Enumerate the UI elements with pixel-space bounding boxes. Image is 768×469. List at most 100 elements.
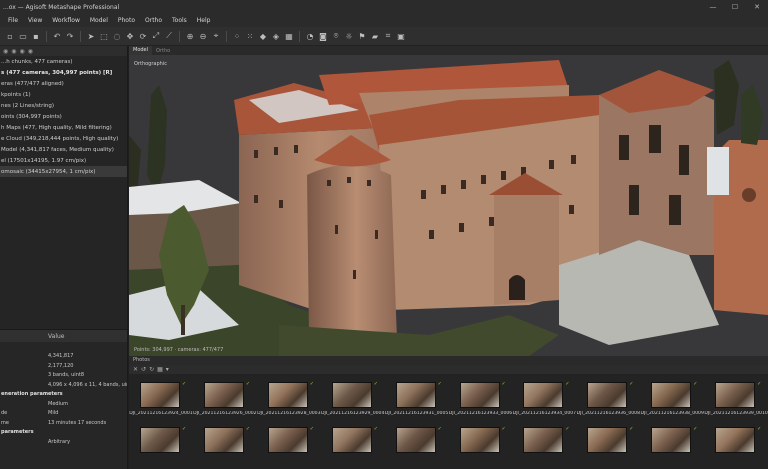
- ruler-icon[interactable]: ⟋: [163, 30, 175, 42]
- photos-grid: ✓ DJI_20211216123924_0001 ✓ DJI_20211216123…: [129, 374, 768, 469]
- redo-icon[interactable]: ↷: [64, 30, 76, 42]
- panel-icon[interactable]: ◉: [11, 48, 16, 55]
- zoom-in-icon[interactable]: ⊕: [184, 30, 196, 42]
- photo-thumbnail[interactable]: ✓: [385, 423, 449, 463]
- panel-icon[interactable]: ◉: [3, 48, 8, 55]
- workspace-item[interactable]: eras (477/477 aligned): [0, 78, 127, 89]
- menu-model[interactable]: Model: [85, 17, 113, 24]
- tab-model[interactable]: Model: [129, 46, 153, 55]
- camera-icon[interactable]: ⌾: [330, 30, 342, 42]
- workspace-item[interactable]: oints (304,997 points): [0, 111, 127, 122]
- fit-icon[interactable]: ⌖: [210, 30, 222, 42]
- photo-thumbnail[interactable]: ✓ DJI_20211216123924_0001: [129, 378, 193, 418]
- new-icon[interactable]: ▫: [4, 30, 16, 42]
- photo-image: [523, 427, 564, 453]
- remove-icon[interactable]: ✕: [133, 366, 138, 373]
- close-button[interactable]: ✕: [746, 0, 768, 14]
- view-mode-icon[interactable]: ▦: [157, 366, 163, 373]
- free-select-icon[interactable]: ◌: [111, 30, 123, 42]
- workspace-item[interactable]: el (17501x14195, 1.97 cm/pix): [0, 155, 127, 166]
- scale-icon[interactable]: ⤢: [150, 30, 162, 42]
- texture-icon[interactable]: ◈: [270, 30, 282, 42]
- rotate-icon[interactable]: ⟳: [137, 30, 149, 42]
- point-cloud-icon[interactable]: ⁘: [231, 30, 243, 42]
- menu-tools[interactable]: Tools: [167, 17, 192, 24]
- workspace-item[interactable]: ...h chunks, 477 cameras): [0, 56, 127, 67]
- photo-image: [395, 382, 436, 408]
- photo-image: [331, 382, 372, 408]
- mesh-icon[interactable]: ◆: [257, 30, 269, 42]
- menu-photo[interactable]: Photo: [113, 17, 140, 24]
- maximize-button[interactable]: ☐: [724, 0, 746, 14]
- property-value: 4,341,817: [48, 353, 74, 360]
- dense-cloud-icon[interactable]: ⁙: [244, 30, 256, 42]
- aligned-check-icon: ✓: [629, 426, 634, 432]
- image-icon[interactable]: ▣: [395, 30, 407, 42]
- photo-filename: DJI_20211216123934_0007: [512, 411, 577, 416]
- photo-thumbnail[interactable]: ✓: [129, 423, 193, 463]
- photo-thumbnail[interactable]: ✓: [512, 423, 576, 463]
- workspace-item[interactable]: nes (2 Lines/string): [0, 100, 127, 111]
- photo-thumbnail[interactable]: ✓: [193, 423, 257, 463]
- photo-thumbnail[interactable]: ✓: [257, 423, 321, 463]
- panel-icon[interactable]: ◉: [20, 48, 25, 55]
- menu-help[interactable]: Help: [192, 17, 216, 24]
- menu-file[interactable]: File: [3, 17, 23, 24]
- move-icon[interactable]: ✥: [124, 30, 136, 42]
- aligned-check-icon: ✓: [245, 426, 251, 432]
- menu-view[interactable]: View: [23, 17, 47, 24]
- photo-thumbnail[interactable]: ✓ DJI_20211216123939_0010: [704, 378, 768, 418]
- photo-thumbnail[interactable]: ✓ DJI_20211216123933_0006: [449, 378, 513, 418]
- properties-table: 4,341,817 2,177,120 3 bands, uint8 4,096 x …: [0, 342, 128, 447]
- workspace-item[interactable]: Model (4,341,817 faces, Medium quality): [0, 144, 127, 155]
- workspace-item[interactable]: h Maps (477, High quality, Mild filterin…: [0, 122, 127, 133]
- ortho-icon[interactable]: ◙: [317, 30, 329, 42]
- rect-select-icon[interactable]: ⬚: [98, 30, 110, 42]
- panel-icon[interactable]: ◉: [28, 48, 33, 55]
- photo-thumbnail[interactable]: ✓: [321, 423, 385, 463]
- workspace-item[interactable]: s (477 cameras, 304,997 points) [R]: [0, 67, 127, 78]
- photo-thumbnail[interactable]: ✓ DJI_20211216123936_0008: [576, 378, 640, 418]
- photo-thumbnail[interactable]: ✓ DJI_20211216123926_0002: [193, 378, 257, 418]
- aligned-check-icon: ✓: [757, 426, 762, 432]
- save-icon[interactable]: ▪: [30, 30, 42, 42]
- workspace-item[interactable]: omosaic (34415x27954, 1 cm/pix): [0, 166, 127, 177]
- photo-thumbnail[interactable]: ✓ DJI_20211216123929_0004: [321, 378, 385, 418]
- filter-icon[interactable]: ▾: [166, 366, 169, 373]
- crop-icon[interactable]: ⌗: [382, 30, 394, 42]
- workspace-item[interactable]: kpoints (1): [0, 89, 127, 100]
- shape-icon[interactable]: ▰: [369, 30, 381, 42]
- open-icon[interactable]: ▭: [17, 30, 29, 42]
- photo-image: [331, 427, 372, 453]
- property-value: 4,096 x 4,096 x 11, 4 bands, uint8: [48, 381, 128, 388]
- photo-thumbnail[interactable]: ✓ DJI_20211216123938_0009: [640, 378, 704, 418]
- dem-icon[interactable]: ◔: [304, 30, 316, 42]
- navigate-icon[interactable]: ➤: [85, 30, 97, 42]
- rotate-left-icon[interactable]: ↺: [141, 366, 146, 373]
- minimize-button[interactable]: —: [702, 0, 724, 14]
- property-key: me: [1, 419, 9, 426]
- workspace-tree: ...h chunks, 477 cameras) s (477 cameras,…: [0, 56, 127, 177]
- rotate-right-icon[interactable]: ↻: [149, 366, 154, 373]
- property-key: de: [1, 410, 8, 417]
- photo-filename: DJI_20211216123929_0004: [320, 411, 385, 416]
- photo-thumbnail[interactable]: ✓ DJI_20211216123931_0005: [385, 378, 449, 418]
- zoom-out-icon[interactable]: ⊖: [197, 30, 209, 42]
- marker-icon[interactable]: ⚑: [356, 30, 368, 42]
- workspace-panel: ◉ ◉ ◉ ◉ ...h chunks, 477 cameras) s (477 …: [0, 46, 128, 469]
- photo-thumbnail[interactable]: ✓: [576, 423, 640, 463]
- menu-ortho[interactable]: Ortho: [140, 17, 167, 24]
- photo-thumbnail[interactable]: ✓: [704, 423, 768, 463]
- menu-workflow[interactable]: Workflow: [47, 17, 85, 24]
- photo-thumbnail[interactable]: ✓: [449, 423, 513, 463]
- photo-thumbnail[interactable]: ✓ DJI_20211216123934_0007: [512, 378, 576, 418]
- photo-image: [459, 427, 500, 453]
- tab-ortho[interactable]: Ortho: [152, 48, 174, 54]
- tiled-model-icon[interactable]: ▦: [283, 30, 295, 42]
- workspace-item[interactable]: e Cloud (349,218,444 points, High qualit…: [0, 133, 127, 144]
- model-viewport[interactable]: Orthographic Points: 304,997 · cameras: …: [129, 55, 768, 356]
- photo-thumbnail[interactable]: ✓: [640, 423, 704, 463]
- undo-icon[interactable]: ↶: [51, 30, 63, 42]
- light-icon[interactable]: ☼: [343, 30, 355, 42]
- photo-thumbnail[interactable]: ✓ DJI_20211216123928_0003: [257, 378, 321, 418]
